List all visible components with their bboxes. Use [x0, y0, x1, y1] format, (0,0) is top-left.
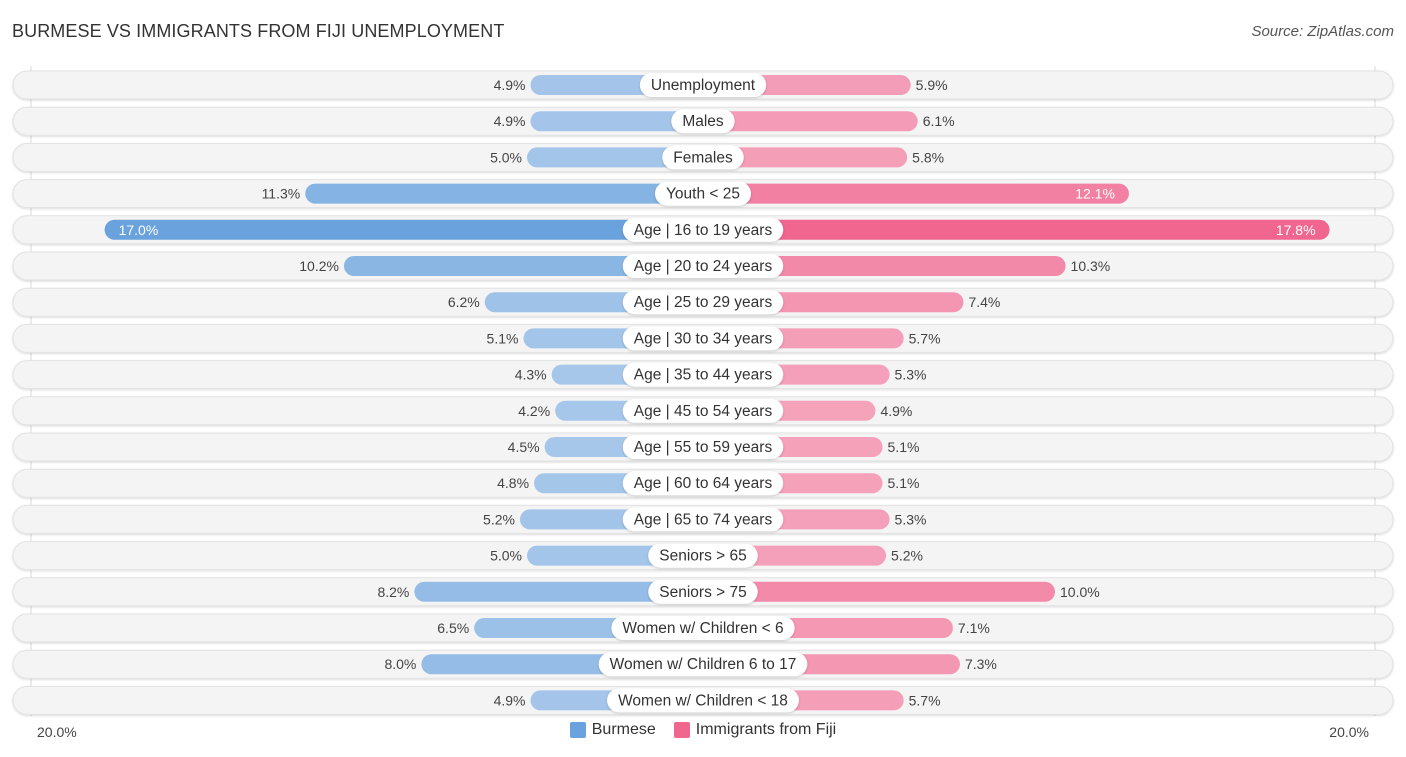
legend-item-fiji[interactable]: Immigrants from Fiji	[673, 721, 837, 739]
chart-row: 6.5% 7.1% Women w/ Children < 6	[12, 613, 1394, 643]
category-label: Age | 55 to 59 years	[634, 439, 773, 456]
value-label-burmese: 4.2%	[518, 403, 550, 419]
category-label: Age | 65 to 74 years	[634, 511, 773, 528]
value-label-fiji: 10.3%	[1071, 258, 1111, 274]
chart-row: 4.3% 5.3% Age | 35 to 44 years	[12, 360, 1394, 390]
category-label: Age | 20 to 24 years	[634, 258, 773, 275]
value-label-fiji: 5.1%	[888, 439, 920, 455]
chart-row: 11.3% 12.1% Youth < 25	[12, 179, 1394, 209]
value-label-burmese: 5.2%	[483, 511, 515, 527]
value-label-fiji: 6.1%	[923, 113, 955, 129]
chart-canvas: 4.9% 5.9% Unemployment 4.9% 6.1% Males 5.0% 5.8…	[12, 66, 1394, 716]
category-label: Age | 16 to 19 years	[634, 222, 773, 239]
value-label-burmese: 4.9%	[494, 692, 526, 708]
value-label-fiji: 5.7%	[909, 692, 941, 708]
category-label: Youth < 25	[666, 186, 740, 203]
value-label-burmese: 4.9%	[494, 113, 526, 129]
value-label-fiji: 5.7%	[909, 330, 941, 346]
legend-label-fiji: Immigrants from Fiji	[695, 721, 837, 738]
value-label-burmese: 4.9%	[494, 77, 526, 93]
category-label: Women w/ Children < 6	[622, 620, 783, 637]
category-label: Age | 30 to 34 years	[634, 330, 773, 347]
bar-fiji	[693, 183, 1129, 204]
category-label: Women w/ Children < 18	[618, 692, 788, 709]
category-label: Age | 45 to 54 years	[634, 403, 773, 420]
category-label: Seniors > 75	[659, 584, 746, 601]
category-label: Males	[682, 113, 724, 130]
value-label-burmese: 4.8%	[497, 475, 529, 491]
chart-row: 4.5% 5.1% Age | 55 to 59 years	[12, 432, 1394, 462]
value-label-fiji: 10.0%	[1060, 584, 1100, 600]
category-label: Females	[673, 149, 733, 166]
value-label-burmese: 8.0%	[384, 656, 416, 672]
value-label-fiji: 5.3%	[895, 367, 927, 383]
value-label-burmese: 5.0%	[490, 149, 522, 165]
category-label: Seniors > 65	[659, 548, 746, 565]
value-label-fiji: 5.2%	[891, 548, 923, 564]
value-label-fiji: 4.9%	[880, 403, 912, 419]
value-label-fiji: 17.8%	[1276, 222, 1316, 238]
bar-fiji	[693, 219, 1330, 240]
legend-label-burmese: Burmese	[591, 721, 656, 738]
legend-swatch-burmese	[569, 722, 586, 738]
chart-row: 6.2% 7.4% Age | 25 to 29 years	[12, 287, 1394, 317]
chart-row: 5.2% 5.3% Age | 65 to 74 years	[12, 504, 1394, 534]
value-label-fiji: 12.1%	[1075, 186, 1115, 202]
value-label-burmese: 8.2%	[377, 584, 409, 600]
value-label-burmese: 10.2%	[299, 258, 339, 274]
chart-row: 5.1% 5.7% Age | 30 to 34 years	[12, 323, 1394, 353]
legend: Burmese Immigrants from Fiji	[0, 721, 1406, 739]
category-label: Age | 60 to 64 years	[634, 475, 773, 492]
category-label: Women w/ Children 6 to 17	[610, 656, 797, 673]
value-label-fiji: 7.1%	[958, 620, 990, 636]
chart-row: 4.9% 5.9% Unemployment	[12, 70, 1394, 100]
value-label-burmese: 5.1%	[487, 330, 519, 346]
value-label-fiji: 5.8%	[912, 149, 944, 165]
category-label: Unemployment	[651, 77, 756, 94]
value-label-burmese: 4.5%	[508, 439, 540, 455]
bar-burmese	[305, 183, 713, 204]
chart-row: 4.8% 5.1% Age | 60 to 64 years	[12, 468, 1394, 498]
chart-row: 4.2% 4.9% Age | 45 to 54 years	[12, 396, 1394, 426]
value-label-fiji: 7.3%	[965, 656, 997, 672]
value-label-fiji: 5.9%	[916, 77, 948, 93]
value-label-fiji: 7.4%	[968, 294, 1000, 310]
chart-row: 4.9% 5.7% Women w/ Children < 18	[12, 685, 1394, 715]
value-label-fiji: 5.1%	[888, 475, 920, 491]
value-label-fiji: 5.3%	[895, 511, 927, 527]
category-label: Age | 25 to 29 years	[634, 294, 773, 311]
value-label-burmese: 4.3%	[515, 367, 547, 383]
chart-row: 8.2% 10.0% Seniors > 75	[12, 577, 1394, 607]
value-label-burmese: 6.5%	[437, 620, 469, 636]
chart-row: 5.0% 5.2% Seniors > 65	[12, 541, 1394, 571]
chart-row: 8.0% 7.3% Women w/ Children 6 to 17	[12, 649, 1394, 679]
value-label-burmese: 5.0%	[490, 548, 522, 564]
chart-row: 5.0% 5.8% Females	[12, 142, 1394, 172]
value-label-burmese: 6.2%	[448, 294, 480, 310]
value-label-burmese: 17.0%	[119, 222, 159, 238]
bar-burmese	[104, 219, 714, 240]
legend-item-burmese[interactable]: Burmese	[569, 721, 656, 739]
legend-swatch-fiji	[673, 722, 690, 738]
value-label-burmese: 11.3%	[262, 186, 301, 202]
chart-row: 10.2% 10.3% Age | 20 to 24 years	[12, 251, 1394, 281]
category-label: Age | 35 to 44 years	[634, 367, 773, 384]
chart-row: 4.9% 6.1% Males	[12, 106, 1394, 136]
chart-row: 17.0% 17.8% Age | 16 to 19 years	[12, 215, 1394, 245]
